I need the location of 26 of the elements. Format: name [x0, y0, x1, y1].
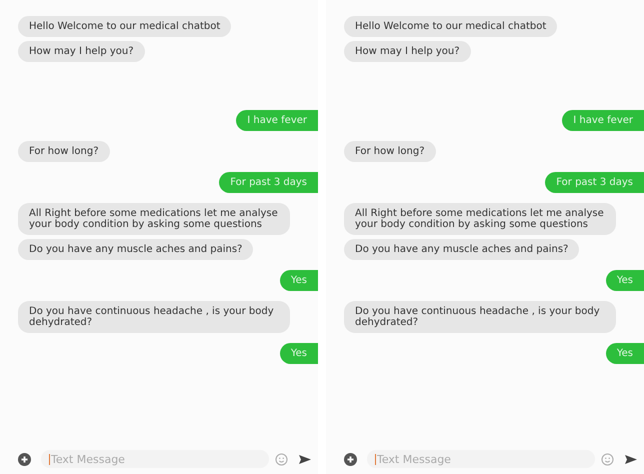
- received-message: Hello Welcome to our medical chatbot: [344, 16, 558, 37]
- received-message: How may I help you?: [18, 41, 145, 62]
- message-field[interactable]: Text Message: [41, 450, 269, 468]
- sent-message: Yes: [606, 343, 644, 364]
- received-message: How may I help you?: [344, 41, 471, 62]
- received-message: Do you have any muscle aches and pains?: [18, 239, 254, 260]
- send-icon[interactable]: [624, 454, 638, 464]
- sent-message: I have fever: [562, 110, 644, 131]
- sent-message: Yes: [280, 270, 318, 291]
- add-icon[interactable]: [18, 452, 31, 466]
- received-message: All Right before some medications let me analyse your body condition by asking some questions: [18, 203, 290, 235]
- sent-message: I have fever: [236, 110, 318, 131]
- sent-message: For past 3 days: [219, 172, 318, 193]
- sent-message: Yes: [280, 343, 318, 364]
- received-message: Hello Welcome to our medical chatbot: [18, 16, 232, 37]
- add-icon[interactable]: [344, 452, 357, 466]
- received-message: Do you have continuous headache , is your body dehydrated?: [18, 301, 290, 333]
- received-message: All Right before some medications let me analyse your body condition by asking some questions: [344, 203, 616, 235]
- message-field[interactable]: Text Message: [367, 450, 595, 468]
- sent-message: For past 3 days: [545, 172, 644, 193]
- received-message: For how long?: [344, 141, 436, 162]
- sent-message: Yes: [606, 270, 644, 291]
- received-message: Do you have continuous headache , is your body dehydrated?: [344, 301, 616, 333]
- send-icon[interactable]: [298, 454, 312, 464]
- received-message: For how long?: [18, 141, 110, 162]
- received-message: Do you have any muscle aches and pains?: [344, 239, 580, 260]
